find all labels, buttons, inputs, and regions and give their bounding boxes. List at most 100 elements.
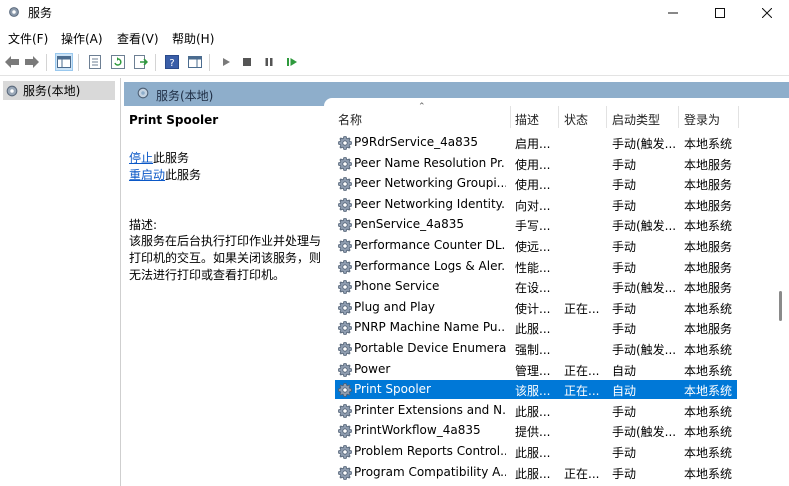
service-gear-icon: [337, 259, 353, 275]
column-header-description[interactable]: 描述: [515, 111, 539, 128]
cell-log-on-as: 本地系统: [684, 137, 733, 151]
cell-name: PenService_4a835: [354, 217, 465, 232]
table-row[interactable]: Portable Device Enumera... 强制... 手动(触发... 本…: [335, 339, 737, 358]
cell-startup-type: 手动(触发...: [612, 343, 676, 357]
pause-service-button[interactable]: [260, 53, 278, 71]
service-gear-icon: [337, 217, 353, 233]
help-icon: ?: [165, 55, 179, 69]
window-title: 服务: [28, 6, 53, 20]
service-gear-icon: [337, 176, 353, 192]
cell-description: 此服...: [515, 446, 551, 460]
cell-status: 正在...: [564, 466, 600, 481]
services-list: ⌃ 名称 描述 状态 启动类型 登录为 P9RdrService_4a835 启用…: [324, 98, 789, 486]
back-button[interactable]: [3, 53, 21, 71]
column-header-startup-type[interactable]: 启动类型: [612, 111, 660, 128]
cell-log-on-as: 本地服务: [684, 198, 733, 213]
cell-log-on-as: 本地系统: [684, 446, 733, 460]
tree-item-services-local[interactable]: 服务(本地): [3, 81, 115, 100]
table-row[interactable]: Plug and Play 使计... 正在... 手动 本地系统: [335, 298, 737, 317]
cell-name: Phone Service: [354, 279, 440, 294]
restart-service-link[interactable]: 重启动: [129, 168, 165, 182]
show-action-pane-button[interactable]: [186, 53, 204, 71]
stop-icon: [243, 58, 251, 66]
forward-button[interactable]: [23, 53, 41, 71]
table-row-selected[interactable]: Print Spooler 该服... 正在... 自动 本地系统: [335, 380, 737, 400]
cell-startup-type: 手动: [612, 466, 637, 481]
services-gear-icon: [9, 7, 19, 17]
menu-action[interactable]: 操作(A): [61, 30, 103, 47]
table-row[interactable]: Peer Networking Identity... 向对... 手动 本地服务: [335, 195, 737, 214]
svg-text:?: ?: [169, 58, 174, 69]
maximize-icon: [715, 8, 725, 18]
service-gear-icon: [337, 382, 353, 398]
refresh-button[interactable]: [109, 53, 127, 71]
pause-icon: [265, 58, 273, 66]
description-text: 该服务在后台执行打印作业并处理与打印机的交互。如果关闭该服务，则无法进行打印或查…: [129, 234, 322, 282]
column-header-status[interactable]: 状态: [564, 111, 588, 128]
close-icon: [762, 8, 772, 18]
table-row[interactable]: Peer Networking Groupi... 使用... 手动 本地服务: [335, 174, 737, 193]
stop-service-button[interactable]: [238, 53, 256, 71]
cell-startup-type: 手动(触发...: [612, 137, 676, 151]
start-service-button[interactable]: [217, 53, 235, 71]
service-gear-icon: [337, 300, 353, 316]
play-icon: [223, 58, 230, 66]
minimize-button[interactable]: [650, 0, 696, 26]
table-row[interactable]: PrintWorkflow_4a835 提供... 手动(触发... 本地系统: [335, 421, 737, 440]
service-gear-icon: [337, 362, 353, 378]
properties-button[interactable]: [86, 53, 104, 71]
column-header-log-on-as[interactable]: 登录为: [684, 111, 720, 128]
title-bar: 服务: [0, 0, 789, 26]
cell-startup-type: 手动: [612, 260, 637, 275]
export-list-button[interactable]: [132, 53, 150, 71]
cell-name: Program Compatibility A...: [354, 464, 506, 479]
console-tree-icon: [57, 56, 71, 68]
vertical-scrollbar-thumb[interactable]: [779, 291, 782, 321]
cell-log-on-as: 本地服务: [684, 178, 733, 193]
table-row[interactable]: PNRP Machine Name Pu... 此服... 手动 本地服务: [335, 318, 737, 337]
cell-log-on-as: 本地服务: [684, 240, 733, 254]
back-arrow-icon: [5, 56, 19, 68]
cell-description: 使远...: [515, 240, 551, 254]
menu-help[interactable]: 帮助(H): [172, 30, 214, 47]
restart-icon: [287, 58, 297, 66]
console-tree: 服务(本地): [0, 78, 121, 486]
close-button[interactable]: [744, 0, 789, 26]
table-row[interactable]: P9RdrService_4a835 启用... 手动(触发... 本地系统: [335, 133, 737, 152]
cell-startup-type: 手动(触发...: [612, 281, 676, 296]
stop-service-line: 停止此服务: [129, 149, 189, 166]
table-row[interactable]: Phone Service 在设... 手动(触发... 本地服务: [335, 277, 737, 296]
service-gear-icon: [337, 423, 353, 439]
export-list-icon: [134, 55, 148, 69]
stop-service-link[interactable]: 停止: [129, 151, 153, 165]
cell-log-on-as: 本地系统: [684, 425, 733, 440]
help-button[interactable]: ?: [163, 53, 181, 71]
service-gear-icon: [337, 465, 353, 481]
show-console-tree-button[interactable]: [55, 53, 73, 71]
maximize-button[interactable]: [697, 0, 743, 26]
action-pane-icon: [188, 56, 202, 68]
cell-startup-type: 手动(触发...: [612, 425, 676, 440]
table-row[interactable]: Peer Name Resolution Pr... 使用... 手动 本地服务: [335, 154, 737, 173]
cell-name: P9RdrService_4a835: [354, 135, 479, 149]
table-row[interactable]: Problem Reports Control... 此服... 手动 本地系统: [335, 442, 737, 461]
cell-name: Plug and Play: [354, 299, 436, 314]
table-row[interactable]: Program Compatibility A... 此服... 正在... 手动 本地…: [335, 463, 737, 482]
table-row[interactable]: Performance Logs & Aler... 性能... 手动 本地服务: [335, 257, 737, 276]
cell-description: 此服...: [515, 466, 551, 481]
cell-description: 此服...: [515, 322, 551, 337]
services-gear-icon: [137, 87, 149, 99]
cell-startup-type: 自动: [612, 363, 637, 378]
sort-ascending-icon: ⌃: [418, 102, 426, 112]
cell-name: PNRP Machine Name Pu...: [354, 320, 506, 335]
menu-file[interactable]: 文件(F): [8, 30, 48, 47]
cell-description: 此服...: [515, 404, 551, 419]
cell-description: 向对...: [515, 198, 551, 213]
table-row[interactable]: Performance Counter DL... 使远... 手动 本地服务: [335, 236, 737, 255]
restart-service-button[interactable]: [283, 53, 301, 71]
table-row[interactable]: Printer Extensions and N... 此服... 手动 本地系统: [335, 401, 737, 420]
menu-view[interactable]: 查看(V): [117, 30, 159, 47]
table-row[interactable]: Power 管理... 正在... 自动 本地系统: [335, 360, 737, 379]
column-header-name[interactable]: 名称: [338, 111, 362, 128]
table-row[interactable]: PenService_4a835 手写... 手动(触发... 本地系统: [335, 215, 737, 234]
